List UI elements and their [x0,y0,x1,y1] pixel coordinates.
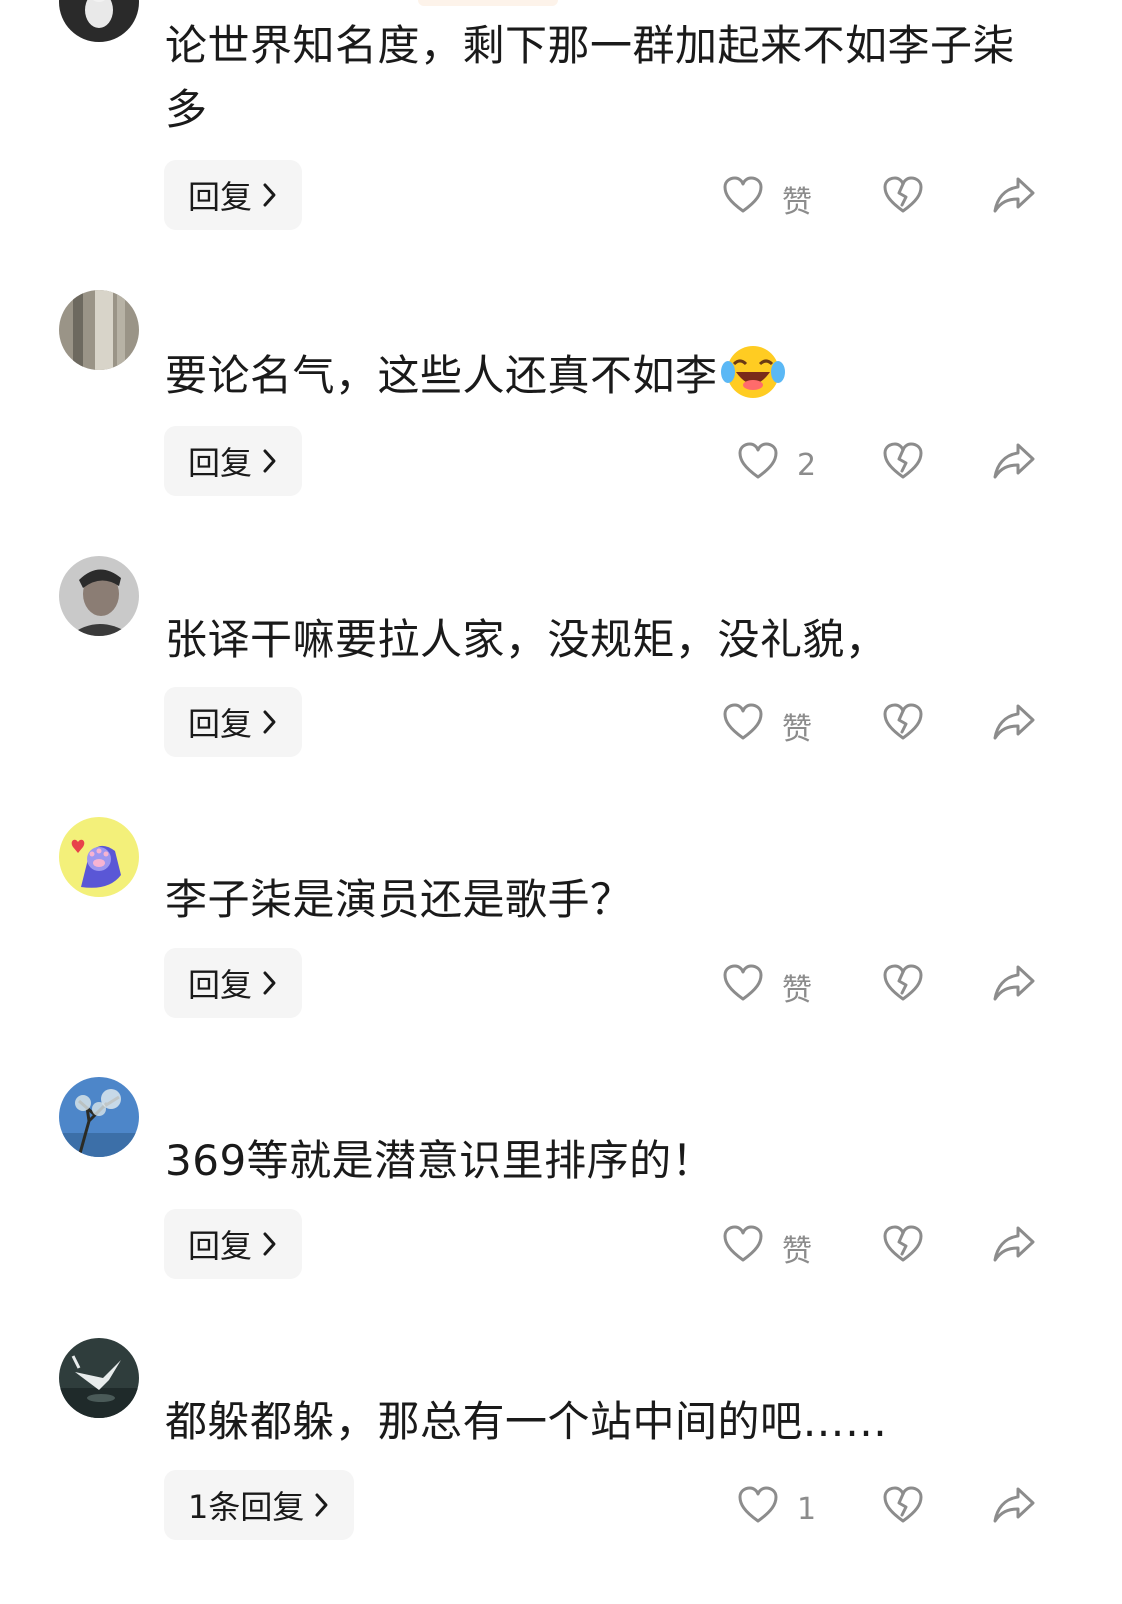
laughing-tears-emoji [720,342,786,418]
heart-icon [722,963,764,1011]
reply-button[interactable]: 回复 [164,948,303,1018]
reply-button[interactable]: 回复 [164,687,303,757]
like-button[interactable]: 1 [737,1485,816,1533]
comment-text: 张译干嘛要拉人家，没规矩，没礼貌， [165,615,888,664]
share-arrow-icon[interactable] [992,1224,1036,1264]
like-count: 赞 [782,1234,812,1269]
avatar[interactable] [59,817,139,897]
reply-label: 回复 [188,966,253,1004]
like-button[interactable]: 2 [737,441,816,489]
reply-button[interactable]: 1条回复 [164,1470,355,1540]
heart-icon [722,1224,764,1272]
reply-label: 回复 [188,444,253,482]
comment-text-content: 要论名气，这些人还真不如李 [165,351,718,400]
like-count: 1 [797,1491,817,1527]
like-count: 赞 [782,185,812,220]
share-arrow-icon[interactable] [992,963,1036,1003]
like-button[interactable]: 赞 [722,175,812,223]
comment-text: 李子柒是演员还是歌手？ [165,875,633,924]
broken-heart-icon[interactable] [882,441,924,481]
chevron-right-icon [262,182,278,208]
reply-button[interactable]: 回复 [164,160,303,230]
comment-text: 要论名气，这些人还真不如李 [165,342,1050,418]
top-decoration [418,0,558,6]
reply-label: 1条回复 [188,1488,305,1526]
share-arrow-icon[interactable] [992,441,1036,481]
like-button[interactable]: 赞 [722,963,812,1011]
heart-icon [722,175,764,223]
like-count: 赞 [782,712,812,747]
heart-icon [722,702,764,750]
like-count: 2 [797,447,817,483]
chevron-right-icon [262,970,278,996]
like-button[interactable]: 赞 [722,702,812,750]
broken-heart-icon[interactable] [882,702,924,742]
chevron-right-icon [314,1492,330,1518]
reply-button[interactable]: 回复 [164,1209,303,1279]
avatar[interactable] [59,290,139,370]
reply-label: 回复 [188,1227,253,1265]
avatar[interactable] [59,0,139,42]
comment-text: 369等就是潜意识里排序的！ [165,1136,715,1185]
share-arrow-icon[interactable] [992,175,1036,215]
reply-label: 回复 [188,178,253,216]
share-arrow-icon[interactable] [992,702,1036,742]
chevron-right-icon [262,709,278,735]
reply-button[interactable]: 回复 [164,426,303,496]
chevron-right-icon [262,1231,278,1257]
like-count: 赞 [782,973,812,1008]
avatar[interactable] [59,556,139,636]
share-arrow-icon[interactable] [992,1485,1036,1525]
chevron-right-icon [262,448,278,474]
broken-heart-icon[interactable] [882,1224,924,1264]
heart-icon [737,1485,779,1533]
heart-icon [737,441,779,489]
avatar[interactable] [59,1338,139,1418]
comment-text: 都躲都躲，那总有一个站中间的吧…… [165,1397,888,1446]
comment-text: 论世界知名度，剩下那一群加起来不如李子柒多 [165,21,1016,134]
broken-heart-icon[interactable] [882,963,924,1003]
broken-heart-icon[interactable] [882,1485,924,1525]
like-button[interactable]: 赞 [722,1224,812,1272]
broken-heart-icon[interactable] [882,175,924,215]
avatar[interactable] [59,1077,139,1157]
reply-label: 回复 [188,705,253,743]
